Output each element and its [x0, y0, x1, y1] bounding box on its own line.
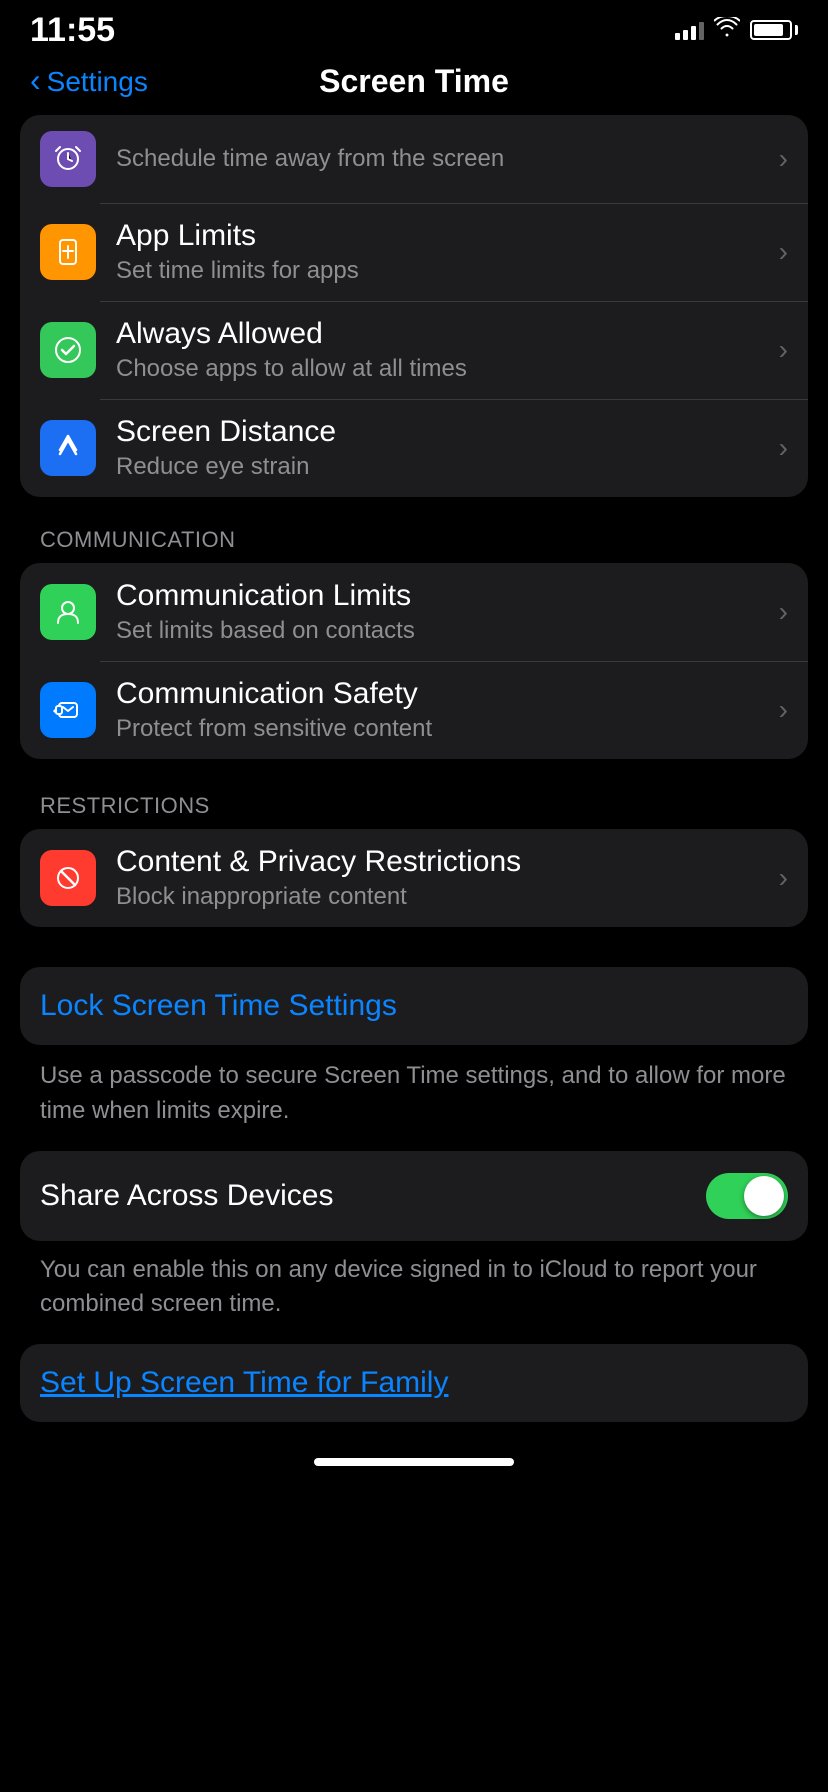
nav-header: ‹ Settings Screen Time — [0, 54, 828, 115]
communication-card: Communication Limits Set limits based on… — [20, 563, 808, 759]
chevron-right-icon: › — [779, 432, 788, 464]
setup-family-section: Set Up Screen Time for Family — [20, 1344, 808, 1422]
lock-settings-section: Lock Screen Time Settings Use a passcode… — [20, 967, 808, 1149]
communication-safety-icon — [40, 682, 96, 738]
home-indicator — [0, 1442, 828, 1482]
toggle-thumb — [744, 1176, 784, 1216]
share-across-devices-row: Share Across Devices — [20, 1151, 808, 1241]
chevron-right-icon: › — [779, 236, 788, 268]
always-allowed-title: Always Allowed — [116, 317, 779, 351]
always-allowed-subtitle: Choose apps to allow at all times — [116, 355, 779, 383]
content-privacy-icon — [40, 850, 96, 906]
restrictions-section-label: RESTRICTIONS — [20, 765, 808, 829]
back-label: Settings — [47, 66, 148, 98]
chevron-right-icon: › — [779, 694, 788, 726]
downtime-icon — [40, 131, 96, 187]
back-chevron-icon: ‹ — [30, 62, 41, 99]
chevron-right-icon: › — [779, 862, 788, 894]
restrictions-section: RESTRICTIONS Content & Privacy Restricti… — [20, 765, 808, 927]
downtime-text: Schedule time away from the screen — [116, 145, 779, 173]
signal-icon — [675, 20, 704, 40]
always-allowed-text: Always Allowed Choose apps to allow at a… — [116, 317, 779, 383]
page-title: Screen Time — [319, 63, 509, 100]
content-privacy-row[interactable]: Content & Privacy Restrictions Block ina… — [20, 829, 808, 927]
wifi-icon — [714, 17, 740, 43]
lock-settings-description: Use a passcode to secure Screen Time set… — [20, 1047, 808, 1149]
status-bar: 11:55 — [0, 0, 828, 54]
setup-family-button[interactable]: Set Up Screen Time for Family — [20, 1344, 808, 1422]
top-partial-card: Schedule time away from the screen › App… — [20, 115, 808, 497]
content-privacy-title: Content & Privacy Restrictions — [116, 845, 779, 879]
share-across-devices-section: Share Across Devices You can enable this… — [20, 1151, 808, 1343]
screen-distance-subtitle: Reduce eye strain — [116, 453, 779, 481]
communication-safety-text: Communication Safety Protect from sensit… — [116, 677, 779, 743]
communication-limits-icon — [40, 584, 96, 640]
status-time: 11:55 — [30, 11, 115, 50]
lock-settings-label: Lock Screen Time Settings — [40, 989, 397, 1022]
communication-safety-title: Communication Safety — [116, 677, 779, 711]
share-across-devices-card: Share Across Devices — [20, 1151, 808, 1241]
screen-distance-icon — [40, 420, 96, 476]
content-privacy-text: Content & Privacy Restrictions Block ina… — [116, 845, 779, 911]
home-bar — [314, 1458, 514, 1466]
app-limits-title: App Limits — [116, 219, 779, 253]
downtime-subtitle: Schedule time away from the screen — [116, 145, 779, 173]
always-allowed-icon — [40, 322, 96, 378]
app-limits-icon — [40, 224, 96, 280]
screen-distance-text: Screen Distance Reduce eye strain — [116, 415, 779, 481]
lock-settings-card: Lock Screen Time Settings — [20, 967, 808, 1045]
chevron-right-icon: › — [779, 334, 788, 366]
communication-limits-text: Communication Limits Set limits based on… — [116, 579, 779, 645]
app-limits-row[interactable]: App Limits Set time limits for apps › — [20, 203, 808, 301]
share-across-devices-description: You can enable this on any device signed… — [20, 1243, 808, 1343]
screen-distance-row[interactable]: Screen Distance Reduce eye strain › — [20, 399, 808, 497]
chevron-right-icon: › — [779, 143, 788, 175]
screen-distance-title: Screen Distance — [116, 415, 779, 449]
app-limits-subtitle: Set time limits for apps — [116, 257, 779, 285]
communication-limits-row[interactable]: Communication Limits Set limits based on… — [20, 563, 808, 661]
setup-family-card: Set Up Screen Time for Family — [20, 1344, 808, 1422]
communication-limits-subtitle: Set limits based on contacts — [116, 617, 779, 645]
share-across-devices-label: Share Across Devices — [40, 1179, 333, 1213]
communication-section-label: COMMUNICATION — [20, 499, 808, 563]
downtime-row[interactable]: Schedule time away from the screen › — [20, 115, 808, 203]
restrictions-card: Content & Privacy Restrictions Block ina… — [20, 829, 808, 927]
setup-family-label: Set Up Screen Time for Family — [40, 1366, 448, 1399]
communication-limits-title: Communication Limits — [116, 579, 779, 613]
always-allowed-row[interactable]: Always Allowed Choose apps to allow at a… — [20, 301, 808, 399]
content-privacy-subtitle: Block inappropriate content — [116, 883, 779, 911]
chevron-right-icon: › — [779, 596, 788, 628]
status-icons — [675, 17, 798, 43]
back-button[interactable]: ‹ Settings — [30, 64, 148, 99]
lock-settings-button[interactable]: Lock Screen Time Settings — [20, 967, 808, 1045]
communication-safety-subtitle: Protect from sensitive content — [116, 715, 779, 743]
communication-section: COMMUNICATION Communication Limits Set l… — [20, 499, 808, 759]
battery-icon — [750, 20, 798, 40]
communication-safety-row[interactable]: Communication Safety Protect from sensit… — [20, 661, 808, 759]
share-across-devices-toggle[interactable] — [706, 1173, 788, 1219]
app-limits-text: App Limits Set time limits for apps — [116, 219, 779, 285]
